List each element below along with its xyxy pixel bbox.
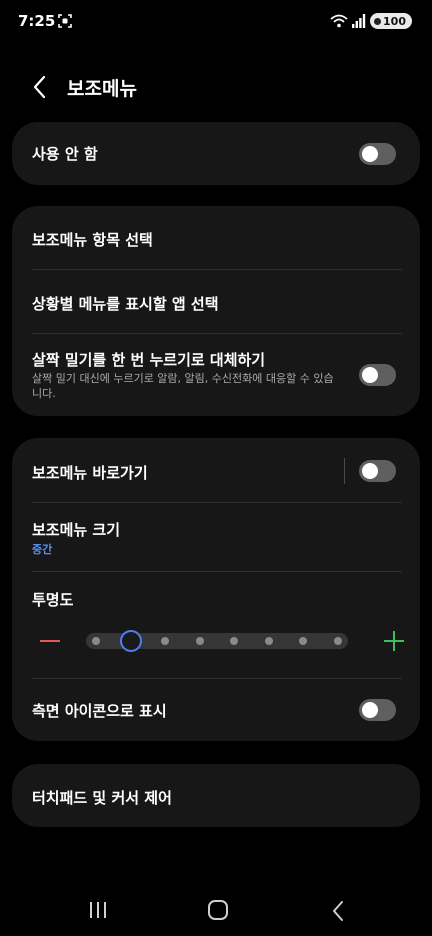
wifi-icon xyxy=(330,14,348,28)
side-icon-toggle[interactable] xyxy=(359,699,396,721)
battery-indicator: 100 xyxy=(370,13,412,29)
screenshot-icon xyxy=(58,14,72,28)
swipe-to-tap-toggle[interactable] xyxy=(359,364,396,386)
opacity-slider-step xyxy=(195,637,204,645)
opacity-slider-step xyxy=(161,637,170,645)
decrease-opacity-button[interactable] xyxy=(40,640,60,642)
page-title: 보조메뉴 xyxy=(67,78,137,100)
side-icon-label: 측면 아이콘으로 표시 xyxy=(32,702,167,720)
opacity-slider-step xyxy=(334,637,342,645)
swipe-to-tap-label: 살짝 밀기를 한 번 누르기로 대체하기 xyxy=(32,351,266,369)
recents-button[interactable] xyxy=(88,901,108,919)
battery-level: 100 xyxy=(383,14,406,28)
status-bar: 7:25 100 xyxy=(0,0,432,44)
menu-size-label: 보조메뉴 크기 xyxy=(32,521,121,539)
nav-back-button[interactable] xyxy=(330,900,346,922)
opacity-slider[interactable] xyxy=(86,630,348,652)
main-switch-label: 사용 안 함 xyxy=(32,145,98,163)
status-time: 7:25 xyxy=(18,12,56,30)
swipe-to-tap-description: 살짝 밀기 대신에 누르기로 알람, 알림, 수신전화에 대응할 수 있습니다. xyxy=(32,372,334,400)
menu-shortcut-toggle[interactable] xyxy=(359,460,396,482)
context-menu-apps-label: 상황별 메뉴를 표시할 앱 선택 xyxy=(32,295,219,313)
menu-items-select-row[interactable]: 보조메뉴 항목 선택 xyxy=(12,206,420,269)
touchpad-label: 터치패드 및 커서 제어 xyxy=(32,789,172,807)
menu-shortcut-label: 보조메뉴 바로가기 xyxy=(32,464,148,482)
battery-saver-icon xyxy=(374,17,382,25)
navigation-bar xyxy=(0,888,432,936)
menu-appearance-card: 보조메뉴 바로가기 보조메뉴 크기 중간 투명도 측면 아이콘으로 표시 xyxy=(12,438,420,741)
opacity-slider-step xyxy=(230,637,239,645)
signal-icon xyxy=(352,14,366,28)
menu-settings-card: 보조메뉴 항목 선택 상황별 메뉴를 표시할 앱 선택 살짝 밀기를 한 번 누… xyxy=(12,206,420,416)
swipe-to-tap-row[interactable]: 살짝 밀기를 한 번 누르기로 대체하기 살짝 밀기 대신에 누르기로 알람, … xyxy=(12,334,420,416)
opacity-row: 투명도 xyxy=(12,572,420,678)
increase-opacity-icon xyxy=(393,631,395,651)
main-switch-toggle[interactable] xyxy=(359,143,396,165)
menu-size-value: 중간 xyxy=(32,543,53,556)
back-button[interactable] xyxy=(28,72,52,102)
menu-size-row[interactable]: 보조메뉴 크기 중간 xyxy=(12,503,420,571)
menu-items-select-label: 보조메뉴 항목 선택 xyxy=(32,231,153,249)
opacity-slider-step xyxy=(264,637,273,645)
header: 보조메뉴 xyxy=(0,68,432,108)
opacity-slider-step xyxy=(299,637,308,645)
menu-shortcut-row[interactable]: 보조메뉴 바로가기 xyxy=(12,438,420,502)
main-switch-card[interactable]: 사용 안 함 xyxy=(12,122,420,185)
opacity-slider-thumb[interactable] xyxy=(119,630,142,652)
vertical-divider xyxy=(344,458,345,484)
opacity-label: 투명도 xyxy=(32,591,74,609)
touchpad-card[interactable]: 터치패드 및 커서 제어 xyxy=(12,764,420,827)
opacity-slider-step xyxy=(92,637,100,645)
side-icon-row[interactable]: 측면 아이콘으로 표시 xyxy=(12,679,420,741)
status-icons: 100 xyxy=(330,13,412,29)
home-button[interactable] xyxy=(208,900,228,920)
context-menu-apps-row[interactable]: 상황별 메뉴를 표시할 앱 선택 xyxy=(12,270,420,333)
